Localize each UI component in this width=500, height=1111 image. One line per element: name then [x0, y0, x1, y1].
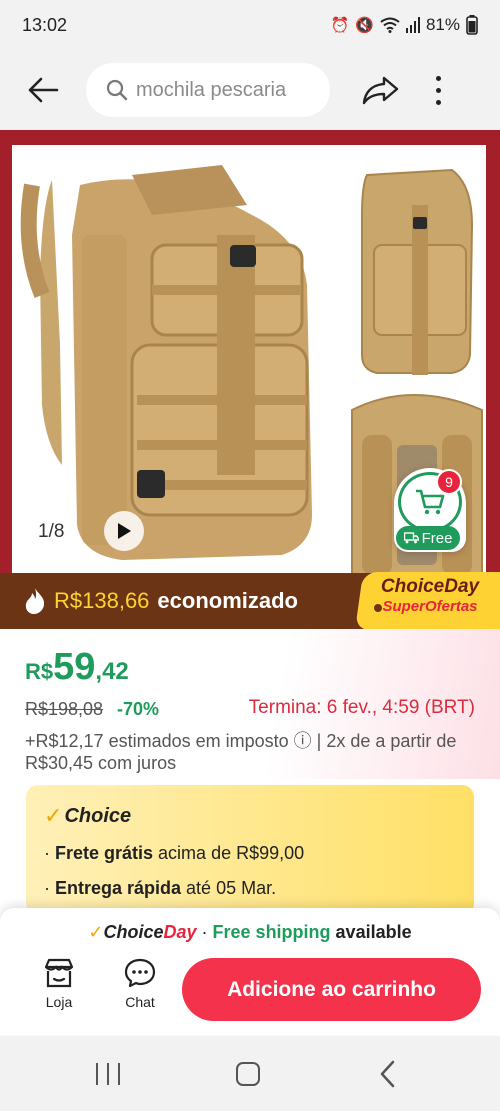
recents-bar-icon [118, 1063, 120, 1085]
top-bar: mochila pescaria [0, 50, 500, 130]
tag-flame-icon [25, 588, 45, 614]
more-options-button[interactable] [418, 65, 458, 115]
system-back-button[interactable] [378, 1060, 398, 1088]
chat-icon [124, 958, 156, 988]
fast-delivery-benefit: · Entrega rápida até 05 Mar. [44, 878, 277, 898]
play-video-button[interactable] [104, 511, 144, 551]
image-counter: 1/8 [38, 521, 65, 542]
choice-title: ✓ Choice [44, 803, 456, 829]
discount-percent: -70% [117, 699, 160, 719]
truck-icon [403, 532, 419, 544]
search-icon [106, 79, 128, 101]
available-text: available [330, 922, 412, 942]
free-shipping-pill: Free [396, 526, 460, 550]
cart-count-badge: 9 [436, 469, 462, 495]
more-dot-icon [435, 87, 441, 93]
original-price: R$198,08 [25, 699, 104, 719]
free-shipping-benefit: · Frete grátis acima de R$99,00 [44, 843, 305, 863]
chat-button[interactable]: Chat [110, 958, 170, 1020]
wifi-icon [380, 17, 400, 33]
benefit-rest: acima de R$99,00 [153, 843, 305, 863]
choiceday-badge-text: ChoiceDay SuperOfertas [370, 576, 490, 616]
battery-level: 81% [425, 15, 460, 34]
benefit-rest: até 05 Mar. [181, 878, 277, 898]
back-button[interactable] [18, 65, 68, 115]
benefit-bold: Entrega rápida [55, 878, 182, 898]
tax-installment-note[interactable]: +R$12,17 estimados em imposto ⓘ | 2x de … [25, 730, 480, 774]
free-label: Free [421, 529, 453, 547]
choice-benefits-box[interactable]: ✓ Choice · Frete grátis acima de R$99,00… [26, 785, 474, 915]
search-input[interactable]: mochila pescaria [86, 63, 330, 117]
current-price: R$ 59 ,42 [25, 646, 129, 689]
home-button[interactable] [236, 1062, 260, 1086]
choiceday-line1: ChoiceDay [380, 576, 480, 597]
savings-label: economizado [157, 588, 298, 613]
chat-label: Chat [125, 994, 155, 1010]
store-label: Loja [45, 994, 73, 1010]
status-time: 13:02 [22, 14, 68, 35]
check-icon: ✓ [44, 803, 63, 828]
more-dot-icon [435, 75, 441, 81]
free-shipping-text: Free shipping [212, 922, 331, 942]
price-cents: ,42 [95, 658, 129, 685]
separator: · [196, 922, 213, 942]
battery-icon [466, 15, 478, 35]
share-button[interactable] [356, 65, 406, 115]
benefit-bold: Frete grátis [55, 843, 154, 863]
signal-icon [405, 17, 420, 33]
recents-bar-icon [107, 1063, 109, 1085]
arrow-left-icon [28, 77, 59, 103]
alarm-icon: ⏰ [330, 17, 350, 34]
store-icon [44, 958, 74, 988]
savings-amount: R$138,66 [54, 588, 150, 613]
status-bar: 13:02 ⏰ 🔇 81% [0, 0, 500, 50]
choice-title-text: Choice [64, 804, 132, 827]
more-dot-icon [435, 99, 441, 105]
recent-apps-button[interactable] [96, 1063, 120, 1085]
recents-bar-icon [96, 1063, 98, 1085]
add-to-cart-button[interactable]: Adicione ao carrinho [182, 958, 481, 1021]
choiceday-logo: ChoiceDay [103, 922, 196, 942]
promo-end-time: Termina: 6 fev., 4:59 (BRT) [248, 697, 475, 718]
logo-part-choice: Choice [103, 922, 164, 942]
status-icons: ⏰ 🔇 81% [331, 15, 478, 35]
price-integer: 59 [53, 646, 96, 688]
share-icon [362, 76, 399, 105]
mute-icon: 🔇 [355, 17, 374, 34]
check-icon: ✓ [88, 922, 104, 942]
search-text: mochila pescaria [136, 78, 287, 101]
store-button[interactable]: Loja [29, 958, 89, 1020]
price-currency: R$ [25, 659, 54, 684]
play-icon [118, 523, 131, 539]
shipping-banner: ✓ChoiceDay · Free shipping available [0, 922, 500, 943]
logo-part-day: Day [163, 922, 197, 942]
choiceday-line2: SuperOfertas [382, 598, 478, 615]
